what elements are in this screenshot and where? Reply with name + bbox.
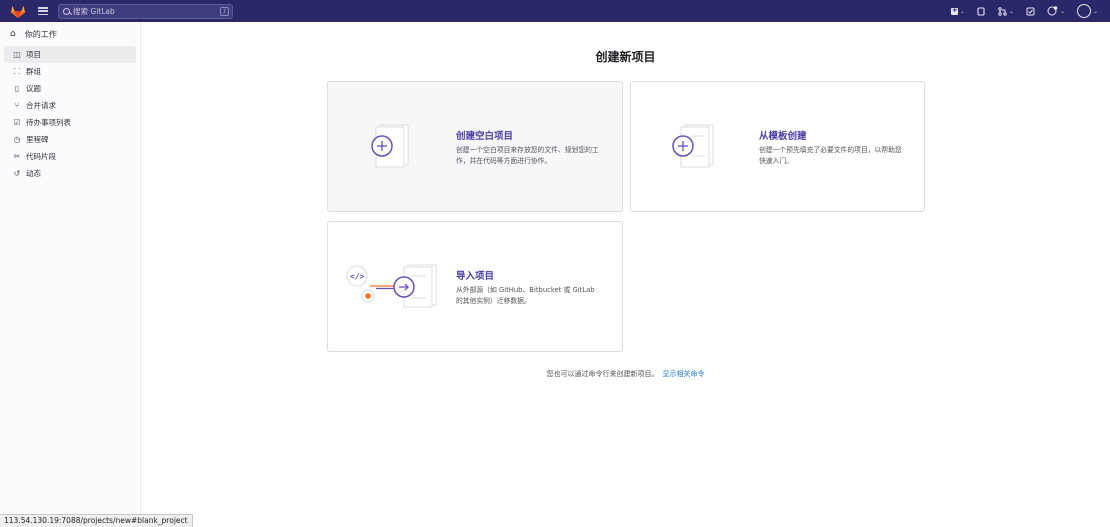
new-menu-button[interactable]: ⌄	[950, 6, 965, 15]
merge-request-icon: ⑂	[14, 101, 20, 110]
sidebar-item-label: 群组	[26, 67, 41, 76]
todo-icon: ☑	[13, 118, 21, 127]
card-description: 从外部源（如 GitHub、Bitbucket 或 GitLab 的其他实例）迁…	[456, 285, 595, 307]
main-content: 创建新项目 创建空白项目 创建一个空白项目来存放您的文件、规划您的工 作，并在代…	[141, 22, 1110, 527]
sidebar-item-label: 动态	[26, 169, 41, 178]
create-blank-project-card[interactable]: 创建空白项目 创建一个空白项目来存放您的文件、规划您的工 作，并在代码等方面进行…	[327, 81, 623, 212]
page-title: 创建新项目	[595, 50, 656, 64]
card-description: 创建一个预先填充了必要文件的项目，以帮助您 快速入门。	[759, 145, 902, 167]
project-icon: ◫	[13, 50, 21, 59]
sidebar-item-projects[interactable]: ◫ 项目	[4, 46, 136, 63]
search-input[interactable]: 搜索 GitLab /	[58, 3, 233, 19]
sidebar-item-label: 合并请求	[26, 101, 56, 110]
chevron-down-icon: ⌄	[1008, 7, 1014, 15]
chevron-down-icon: ⌄	[1059, 7, 1065, 15]
sidebar-item-label: 议题	[26, 84, 41, 93]
search-shortcut-badge: /	[220, 6, 229, 16]
status-bar-url: 113.54.130.19:7088/projects/new#blank_pr…	[0, 514, 193, 527]
issues-icon: ▯	[14, 84, 20, 93]
sidebar-item-merge-requests[interactable]: ⑂ 合并请求	[4, 97, 136, 114]
card-description-line: 从外部源（如 GitHub、Bitbucket 或 GitLab	[456, 286, 595, 294]
avatar	[1076, 4, 1091, 18]
template-illustration-icon	[672, 124, 714, 168]
card-title: 从模板创建	[759, 131, 807, 142]
todo-button[interactable]	[1026, 7, 1035, 16]
sidebar-item-label: 里程碑	[26, 135, 49, 144]
help-icon	[1047, 6, 1058, 16]
search-icon	[63, 7, 70, 15]
chevron-down-icon: ⌄	[959, 7, 965, 15]
sidebar-item-snippets[interactable]: ✂ 代码片段	[4, 148, 136, 165]
issues-icon	[977, 6, 985, 16]
sidebar-item-activity[interactable]: ↺ 动态	[4, 165, 136, 182]
import-project-card[interactable]: </> 导入项目 从外部源（如 GitHub、Bitbucket 或 GitLa…	[327, 221, 623, 352]
sidebar-title: ⌂ 你的工作	[0, 24, 140, 44]
command-line-text: 您也可以通过命令行来创建新项目。	[546, 370, 659, 378]
search-placeholder: 搜索 GitLab	[73, 6, 115, 16]
gitlab-logo-icon[interactable]	[10, 3, 26, 19]
sidebar-title-label: 你的工作	[24, 29, 57, 39]
briefcase-icon: ⌂	[10, 29, 16, 39]
sidebar-item-label: 代码片段	[26, 152, 56, 161]
card-description-line: 创建一个空白项目来存放您的文件、规划您的工	[456, 146, 599, 154]
sidebar-item-label: 项目	[26, 50, 41, 59]
card-title: 导入项目	[456, 271, 495, 282]
show-commands-link[interactable]: 显示相关命令	[663, 370, 705, 378]
chevron-down-icon: ⌄	[1092, 7, 1098, 15]
card-description-line: 创建一个预先填充了必要文件的项目，以帮助您	[759, 146, 902, 154]
snippet-icon: ✂	[13, 152, 21, 161]
hamburger-menu-icon[interactable]	[38, 6, 48, 16]
merge-requests-button[interactable]: ⌄	[998, 6, 1014, 16]
sidebar: ⌂ 你的工作 ◫ 项目 ⸬ 群组 ▯ 议题 ⑂ 合并请求 ☑ 待办事项列表 ◷ 里程碑 ✂ 代…	[0, 22, 141, 527]
sidebar-item-todos[interactable]: ☑ 待办事项列表	[4, 114, 136, 131]
blank-project-illustration-icon	[371, 124, 409, 168]
import-illustration-icon: </>	[346, 264, 437, 308]
help-button[interactable]: ⌄	[1047, 6, 1065, 16]
create-from-template-card[interactable]: 从模板创建 创建一个预先填充了必要文件的项目，以帮助您 快速入门。	[630, 81, 925, 212]
sidebar-item-groups[interactable]: ⸬ 群组	[4, 63, 136, 80]
milestone-icon: ◷	[13, 135, 21, 144]
merge-request-icon	[998, 6, 1007, 16]
card-title: 创建空白项目	[456, 131, 514, 142]
card-description: 创建一个空白项目来存放您的文件、规划您的工 作，并在代码等方面进行协作。	[456, 145, 599, 167]
svg-text:</>: </>	[350, 272, 365, 281]
user-menu-button[interactable]: ⌄	[1076, 4, 1098, 18]
card-description-line: 作，并在代码等方面进行协作。	[456, 157, 552, 165]
card-description-line: 快速入门。	[759, 157, 793, 165]
group-icon: ⸬	[13, 67, 21, 76]
plus-square-icon	[950, 6, 958, 15]
sidebar-item-label: 待办事项列表	[26, 118, 71, 127]
activity-icon: ↺	[13, 169, 21, 178]
top-navbar: 搜索 GitLab / ⌄ ⌄ ⌄ ⌄	[0, 0, 1110, 22]
issues-button[interactable]	[977, 6, 986, 16]
command-line-hint: 您也可以通过命令行来创建新项目。 显示相关命令	[141, 369, 1110, 379]
card-description-line: 的其他实例）迁移数据。	[456, 297, 531, 305]
todo-icon	[1026, 7, 1035, 15]
sidebar-item-milestones[interactable]: ◷ 里程碑	[4, 131, 136, 148]
sidebar-item-issues[interactable]: ▯ 议题	[4, 80, 136, 97]
